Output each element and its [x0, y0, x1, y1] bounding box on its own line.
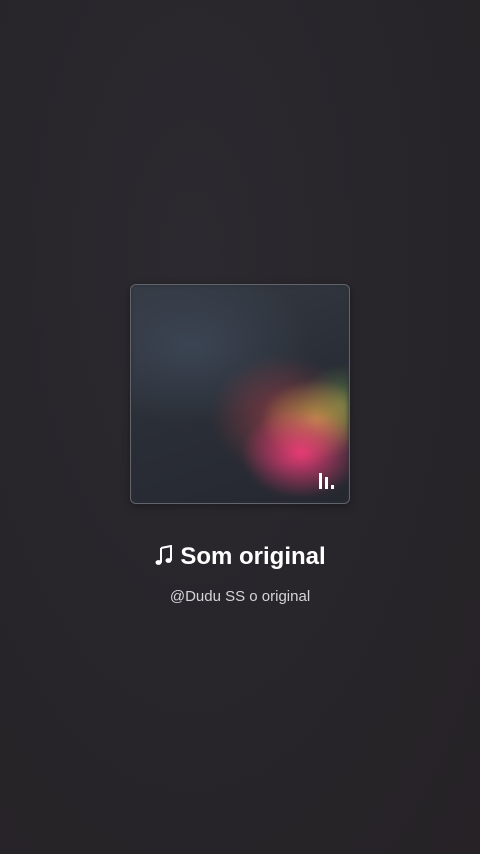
album-cover[interactable] — [130, 284, 350, 504]
sound-page: Som original @Dudu SS o original — [0, 0, 480, 854]
audio-bars-icon — [319, 473, 334, 489]
music-note-icon — [155, 544, 173, 565]
sound-title-row: Som original — [0, 540, 480, 574]
sound-title: Som original — [180, 543, 326, 570]
sound-author[interactable]: @Dudu SS o original — [0, 586, 480, 608]
